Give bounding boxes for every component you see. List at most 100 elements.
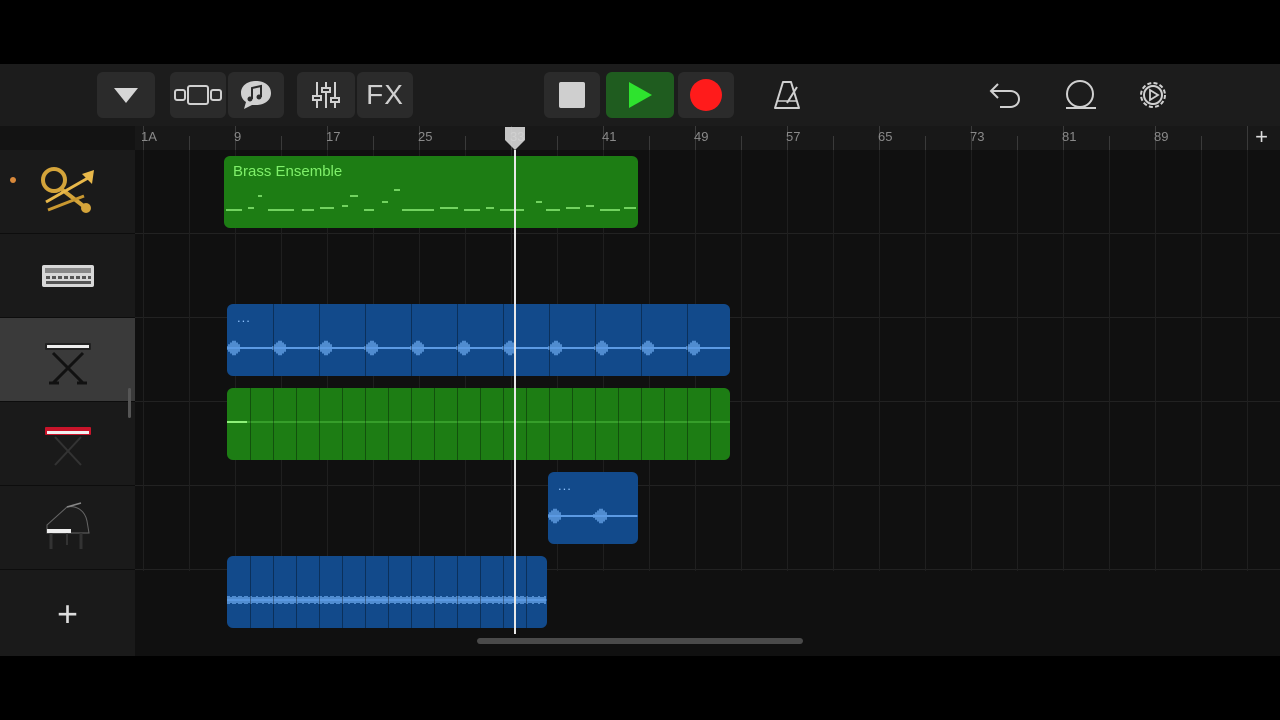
horizontal-scrollbar[interactable] bbox=[477, 638, 803, 644]
ruler-tick bbox=[1247, 126, 1248, 150]
loop-segment-divider bbox=[641, 388, 642, 460]
loop-segment-divider bbox=[664, 388, 665, 460]
loop-segment-divider bbox=[480, 556, 481, 628]
grid-line bbox=[925, 150, 926, 571]
drum-machine-icon bbox=[41, 264, 94, 287]
loop-icon bbox=[1066, 80, 1096, 109]
ruler-bar-label: 25 bbox=[418, 129, 433, 144]
grid-line bbox=[1017, 150, 1018, 571]
tracks-view-icon bbox=[174, 85, 222, 105]
stop-button[interactable] bbox=[544, 72, 600, 118]
region-drum-loop[interactable]: ... bbox=[227, 304, 730, 376]
keyboard-stand-icon bbox=[44, 342, 91, 384]
ruler-subtick bbox=[833, 136, 834, 150]
red-keyboard-icon bbox=[44, 426, 91, 466]
region-brass-ensemble[interactable]: Brass Ensemble bbox=[224, 156, 638, 228]
ruler-subtick bbox=[925, 136, 926, 150]
track-headers: + bbox=[0, 150, 135, 656]
track-list-scroll-indicator[interactable] bbox=[128, 388, 131, 418]
ruler-subtick bbox=[189, 136, 190, 150]
loop-segment-divider bbox=[342, 556, 343, 628]
midi-notes bbox=[227, 421, 730, 423]
grid-line bbox=[1247, 150, 1248, 571]
ruler-bar-label: 65 bbox=[878, 129, 893, 144]
undo-icon bbox=[989, 83, 1021, 108]
grid-line bbox=[741, 150, 742, 571]
ruler-subtick bbox=[1109, 136, 1110, 150]
tracks-view-button[interactable] bbox=[170, 72, 226, 118]
smart-controls-button[interactable] bbox=[228, 72, 284, 118]
loop-segment-divider bbox=[503, 304, 504, 376]
play-icon bbox=[629, 82, 652, 108]
tracks-area[interactable]: Brass Ensemble ... ... bbox=[135, 150, 1280, 656]
grid-line bbox=[1063, 150, 1064, 571]
loop-segment-divider bbox=[457, 304, 458, 376]
sliders-icon bbox=[312, 82, 340, 108]
loop-segment-divider bbox=[411, 304, 412, 376]
track-header-red-keyboard[interactable] bbox=[0, 402, 135, 486]
ruler-bar-label: 73 bbox=[970, 129, 985, 144]
track-header-drum-machine[interactable] bbox=[0, 234, 135, 318]
loop-segment-divider bbox=[457, 556, 458, 628]
loop-segment-divider bbox=[319, 304, 320, 376]
ruler-bar-label: 1A bbox=[141, 129, 157, 144]
playhead-handle[interactable] bbox=[503, 126, 527, 152]
loop-segment-divider bbox=[710, 388, 711, 460]
loop-segment-divider bbox=[595, 388, 596, 460]
record-button[interactable] bbox=[678, 72, 734, 118]
loop-segment-divider bbox=[687, 388, 688, 460]
audio-waveform bbox=[227, 596, 547, 604]
undo-button[interactable] bbox=[982, 72, 1028, 118]
region-keyboard-loop[interactable] bbox=[227, 388, 730, 460]
loop-segment-divider bbox=[411, 388, 412, 460]
region-piano-loop[interactable] bbox=[227, 556, 547, 628]
loop-segment-divider bbox=[618, 388, 619, 460]
play-button[interactable] bbox=[606, 72, 674, 118]
loop-segment-divider bbox=[319, 556, 320, 628]
loop-segment-divider bbox=[434, 556, 435, 628]
track-header-keyboard-stand[interactable] bbox=[0, 318, 135, 402]
playhead[interactable] bbox=[514, 150, 516, 634]
grid-line bbox=[1201, 150, 1202, 571]
ruler-subtick bbox=[465, 136, 466, 150]
loop-segment-divider bbox=[526, 556, 527, 628]
midi-notes bbox=[226, 189, 636, 211]
grid-line bbox=[879, 150, 880, 571]
ruler-bar-label: 81 bbox=[1062, 129, 1077, 144]
garageband-window: FX 1A 9 17 25 41 49 57 65 73 81 89 + + B… bbox=[0, 64, 1280, 656]
loop-segment-divider bbox=[526, 388, 527, 460]
mixer-button[interactable] bbox=[297, 72, 355, 118]
brass-icon bbox=[40, 166, 94, 213]
add-section-button[interactable]: + bbox=[1255, 124, 1268, 150]
settings-button[interactable] bbox=[1130, 72, 1176, 118]
chevron-down-icon bbox=[114, 88, 138, 103]
loop-segment-divider bbox=[503, 388, 504, 460]
grid-line bbox=[787, 150, 788, 571]
toolbar: FX bbox=[0, 64, 1280, 126]
loop-segment-divider bbox=[273, 304, 274, 376]
loop-segment-divider bbox=[595, 304, 596, 376]
browser-dropdown-button[interactable] bbox=[97, 72, 155, 118]
stop-icon bbox=[559, 82, 585, 108]
ruler-bar-label: 89 bbox=[1154, 129, 1169, 144]
ruler-subtick bbox=[649, 136, 650, 150]
ruler-subtick bbox=[1017, 136, 1018, 150]
add-track-button[interactable]: + bbox=[0, 571, 135, 656]
track-header-brass[interactable] bbox=[0, 150, 135, 234]
metronome-button[interactable] bbox=[764, 72, 810, 118]
fx-button[interactable]: FX bbox=[357, 72, 413, 118]
track-header-grand-piano[interactable] bbox=[0, 486, 135, 570]
grid-line bbox=[971, 150, 972, 571]
timeline-ruler[interactable]: 1A917253341495765738189 bbox=[135, 126, 1280, 150]
loop-segment-divider bbox=[457, 388, 458, 460]
loop-browser-button[interactable] bbox=[1057, 72, 1103, 118]
grid-line bbox=[1109, 150, 1110, 571]
loop-segment-divider bbox=[641, 304, 642, 376]
audio-waveform bbox=[227, 340, 730, 356]
loop-segment-divider bbox=[365, 388, 366, 460]
ruler-subtick bbox=[281, 136, 282, 150]
ruler-subtick bbox=[1201, 136, 1202, 150]
grand-piano-icon bbox=[46, 501, 90, 549]
track-activity-indicator bbox=[10, 177, 16, 183]
region-red-keyboard-loop[interactable]: ... bbox=[548, 472, 638, 544]
